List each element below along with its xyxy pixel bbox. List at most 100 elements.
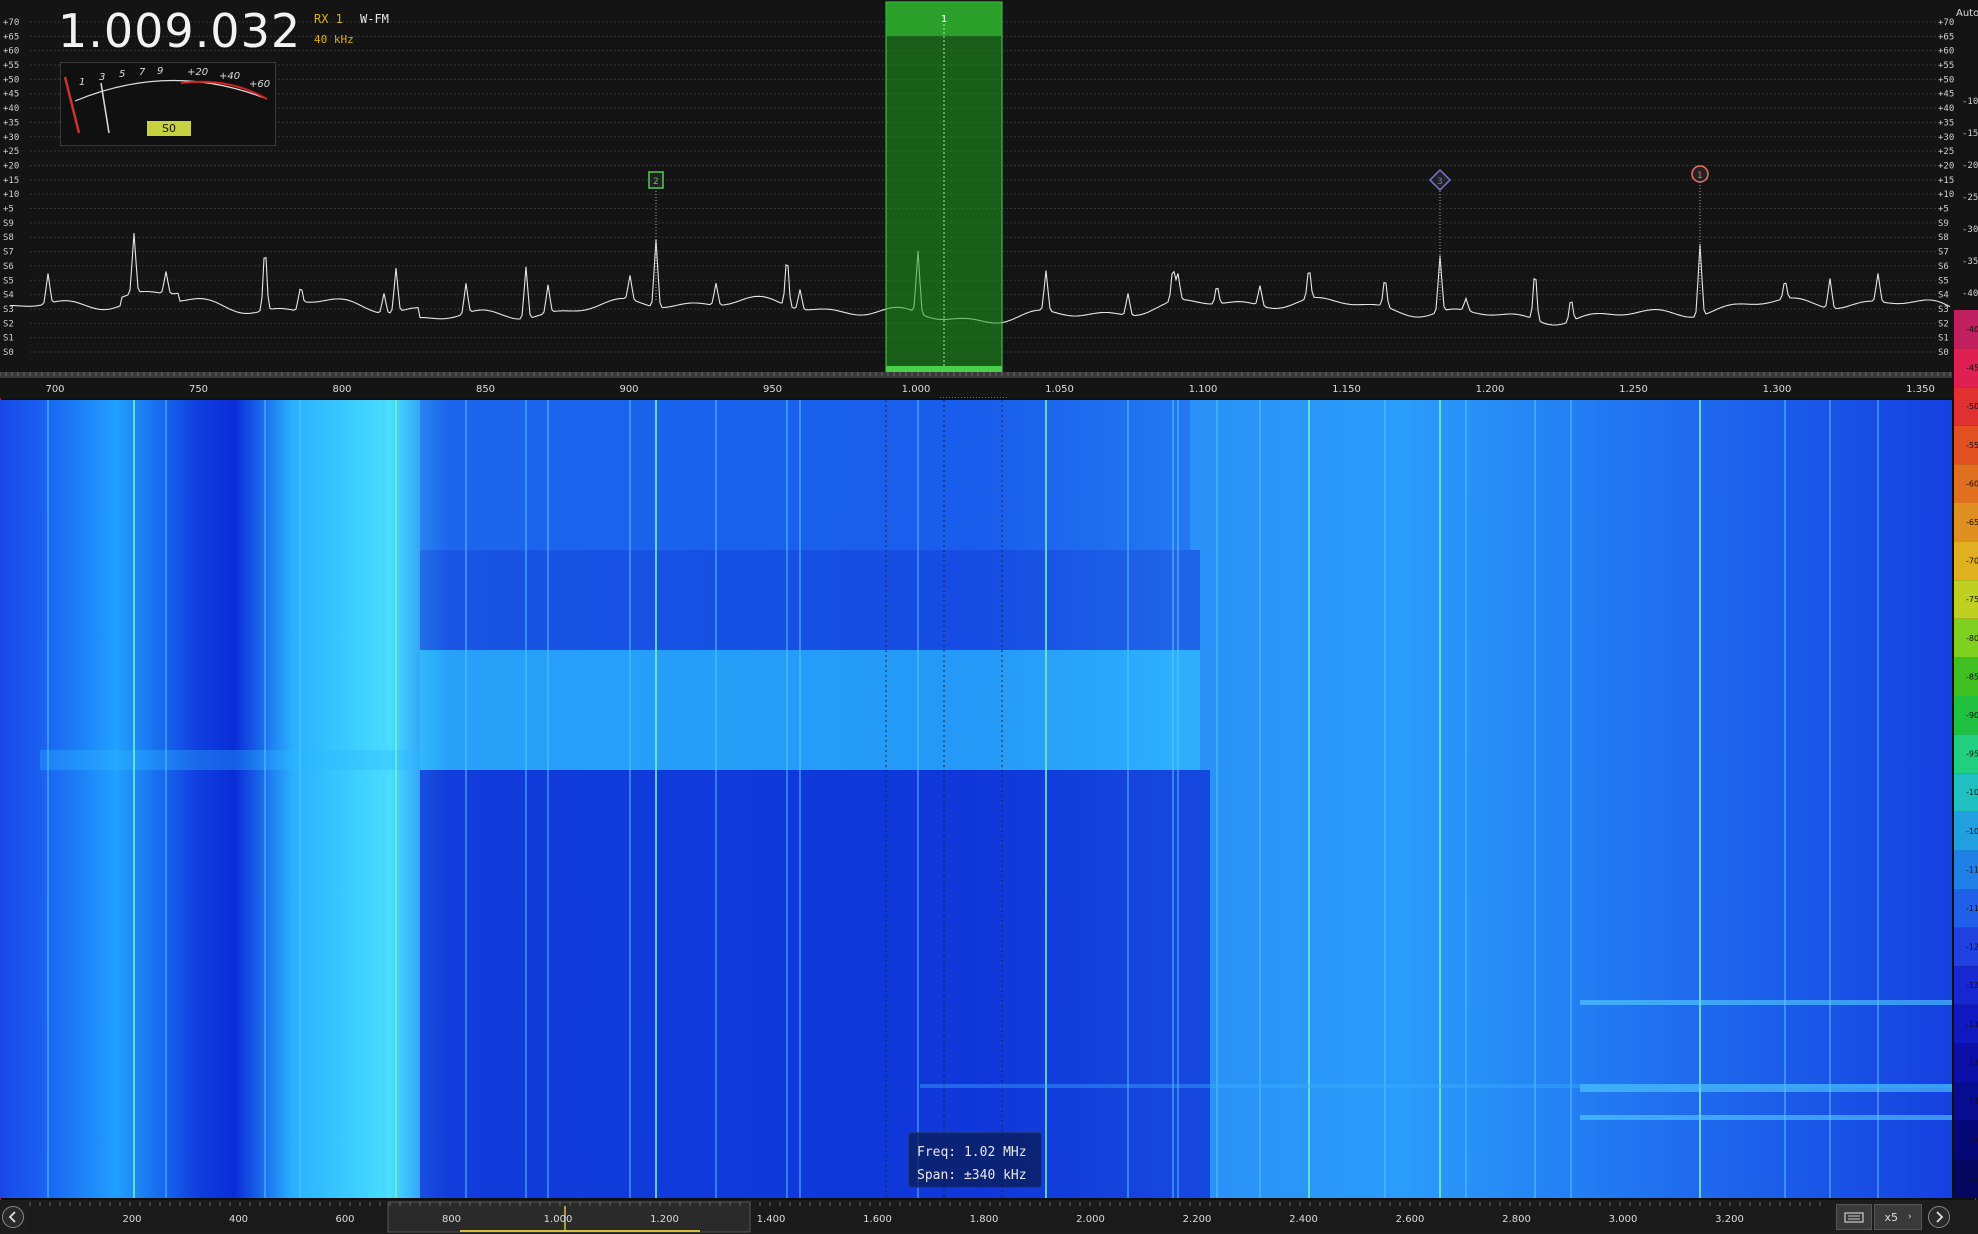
color-scale-label: -150 — [1966, 1174, 1978, 1183]
receiver-label[interactable]: RX 1 — [314, 12, 343, 26]
overview-tick-label: 400 — [229, 1214, 248, 1225]
freq-tick-label: 1.050 — [1045, 384, 1074, 395]
tooltip-freq: Freq: 1.02 MHz — [917, 1145, 1027, 1160]
color-scale-label: -115 — [1966, 904, 1978, 913]
overview-tick-label: 1.200 — [650, 1214, 679, 1225]
y-axis-label: S1 — [3, 334, 14, 344]
s-meter-label: 5 — [119, 69, 125, 80]
freq-tick-label: 950 — [763, 384, 782, 395]
y-axis-label: +25 — [3, 147, 19, 157]
spectrum-panel[interactable]: +70 +70 +65 +65 +60 +60 +55 +55 +50 +50 +45 +45 +40 +… — [0, 0, 1978, 398]
s-meter-label: +20 — [187, 67, 208, 78]
color-scale-label: -125 — [1966, 981, 1978, 990]
color-scale-label: -75 — [1966, 595, 1978, 604]
waterfall-image[interactable] — [0, 400, 1952, 1198]
marker-label: 2 — [653, 177, 659, 187]
overview-tick-label: 2.800 — [1502, 1214, 1531, 1225]
scroll-left-button[interactable] — [2, 1206, 24, 1228]
zoom-value: x5 — [1884, 1210, 1898, 1224]
snapshot-button[interactable] — [1836, 1204, 1872, 1230]
y-axis-label-right: S8 — [1938, 233, 1949, 243]
y-axis-label: S9 — [3, 219, 14, 229]
color-scale-label: -70 — [1966, 557, 1978, 566]
color-scale-label: -60 — [1966, 479, 1978, 488]
scroll-right-button[interactable] — [1928, 1206, 1950, 1228]
right-db-label: -25 — [1962, 193, 1978, 203]
y-axis-label: +55 — [3, 61, 19, 71]
freq-tick-label: 900 — [619, 384, 638, 395]
freq-tick-label: 1.100 — [1189, 384, 1218, 395]
y-axis-label-right: +55 — [1938, 61, 1954, 71]
y-axis-label: +50 — [3, 75, 19, 85]
auto-scale-label[interactable]: Auto — [1956, 8, 1978, 19]
color-scale-bar[interactable]: -40 -45 -50 -55 -60 -65 -70 -75 -80 -85 -90 -95 -100… — [1954, 310, 1978, 1198]
overview-tick-label: 2.000 — [1076, 1214, 1105, 1225]
s-meter-label: +40 — [219, 71, 240, 82]
freq-tick-label: 1.350 — [1906, 384, 1935, 395]
color-scale-label: -135 — [1966, 1058, 1978, 1067]
waterfall-display[interactable] — [0, 400, 1952, 1198]
color-scale: -40 -45 -50 -55 -60 -65 -70 -75 -80 -85 -90 -95 -100… — [1954, 310, 1978, 1198]
y-axis-label-right: +50 — [1938, 75, 1954, 85]
overview-tick-label: 800 — [442, 1214, 461, 1225]
y-axis-label: S5 — [3, 276, 14, 286]
color-scale-label: -90 — [1966, 711, 1978, 720]
overview-tick-label: 1.400 — [757, 1214, 786, 1225]
band-overview-scale[interactable]: 200 400 600 800 1.000 1.200 1.400 1.600 1.800 2.0… — [0, 1200, 1978, 1234]
marker-label: 1 — [1697, 171, 1703, 181]
y-axis-label-right: +20 — [1938, 161, 1954, 171]
color-scale-label: -50 — [1966, 402, 1978, 411]
signal-level-badge: S0 — [147, 121, 191, 136]
y-axis-label-right: +40 — [1938, 104, 1954, 114]
right-db-label: -35 — [1962, 257, 1978, 267]
y-axis-label-right: +70 — [1938, 18, 1954, 28]
y-axis-label-right: +15 — [1938, 176, 1954, 186]
freq-tick-label: 1.000 — [902, 384, 931, 395]
y-axis-label: +15 — [3, 176, 19, 186]
y-axis-label-right: +60 — [1938, 47, 1954, 57]
color-scale-label: -145 — [1966, 1136, 1978, 1145]
color-scale-label: -110 — [1966, 865, 1978, 874]
y-axis-label: S6 — [3, 262, 14, 272]
y-axis-label-right: +45 — [1938, 90, 1954, 100]
color-scale-label: -45 — [1966, 364, 1978, 373]
spectrum-plot[interactable]: +70 +70+65 +65+60 +60+55 +55+50 +50+45 +45+40 +… — [0, 0, 1978, 398]
y-axis-label: +35 — [3, 118, 19, 128]
freq-tick-label: 1.200 — [1476, 384, 1505, 395]
y-axis-label: S7 — [3, 248, 14, 258]
y-axis-label-right: S2 — [1938, 319, 1949, 329]
y-axis-label-right: +30 — [1938, 133, 1954, 143]
y-axis-label: +10 — [3, 190, 19, 200]
y-axis-label: +30 — [3, 133, 19, 143]
freq-tick-label: 1.250 — [1619, 384, 1648, 395]
keyboard-icon — [1844, 1212, 1864, 1223]
y-axis-label: S2 — [3, 319, 14, 329]
color-scale-label: -130 — [1966, 1020, 1978, 1029]
s-meter-label: +60 — [249, 79, 270, 90]
bandwidth-label: 40 kHz — [314, 33, 354, 46]
y-axis-label-right: S3 — [1938, 305, 1949, 315]
frequency-readout[interactable]: 1.009.032 — [58, 4, 301, 58]
y-axis-label: +45 — [3, 90, 19, 100]
y-axis-label-right: +65 — [1938, 32, 1954, 42]
y-axis-label-right: S6 — [1938, 262, 1949, 272]
freq-tick-label: 1.150 — [1332, 384, 1361, 395]
s-meter: 1 3 5 7 9 +20 +40 +60 S0 — [60, 62, 276, 146]
frequency-tooltip: Freq: 1.02 MHz Span: ±340 kHz — [908, 1132, 1042, 1188]
chevron-right-icon — [1936, 1211, 1944, 1223]
y-axis-label-right: S7 — [1938, 248, 1949, 258]
freq-tick-label: 750 — [189, 384, 208, 395]
band-overview-bar[interactable]: 200 400 600 800 1.000 1.200 1.400 1.600 1.800 2.0… — [0, 1200, 1978, 1234]
vfo-number: 1 — [941, 14, 947, 25]
y-axis-label: +65 — [3, 32, 19, 42]
color-scale-label: -40 — [1966, 325, 1978, 334]
mode-label[interactable]: W-FM — [360, 12, 389, 26]
freq-tick-label: 850 — [476, 384, 495, 395]
chevron-left-icon — [8, 1211, 16, 1223]
y-axis-label: S0 — [3, 348, 14, 358]
s-meter-label: 9 — [157, 66, 163, 77]
color-scale-label: -100 — [1966, 788, 1978, 797]
y-axis-label-right: +5 — [1938, 205, 1949, 215]
zoom-select[interactable]: x5 › — [1874, 1204, 1922, 1230]
tooltip-span: Span: ±340 kHz — [917, 1168, 1027, 1183]
